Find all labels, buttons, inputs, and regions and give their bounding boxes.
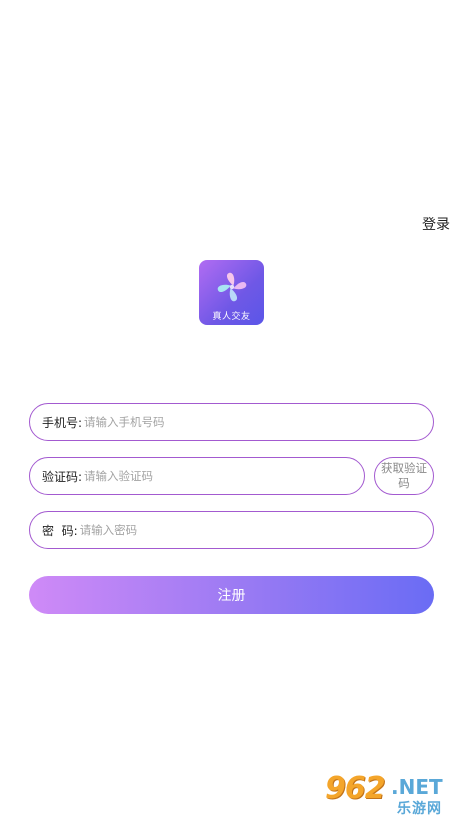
- password-input[interactable]: [77, 523, 433, 537]
- password-field: 密 码:: [29, 511, 434, 549]
- register-button[interactable]: 注册: [29, 576, 434, 614]
- login-link[interactable]: 登录: [422, 214, 450, 234]
- app-logo: 真人交友: [199, 260, 264, 325]
- code-label: 验证码:: [42, 469, 83, 484]
- code-field: 验证码:: [29, 457, 365, 495]
- phone-field: 手机号:: [29, 403, 434, 441]
- code-input[interactable]: [82, 469, 364, 483]
- watermark: 962 .NET 乐游网: [325, 771, 457, 819]
- app-name: 真人交友: [212, 312, 251, 322]
- watermark-suffix: .NET: [391, 775, 443, 799]
- watermark-site: 乐游网: [397, 801, 442, 817]
- get-code-button[interactable]: 获取验证码: [374, 457, 434, 495]
- clover-icon: [217, 272, 247, 302]
- password-label: 密 码:: [42, 523, 78, 538]
- phone-label: 手机号:: [42, 415, 83, 430]
- watermark-number: 962: [325, 771, 386, 806]
- phone-input[interactable]: [82, 415, 433, 429]
